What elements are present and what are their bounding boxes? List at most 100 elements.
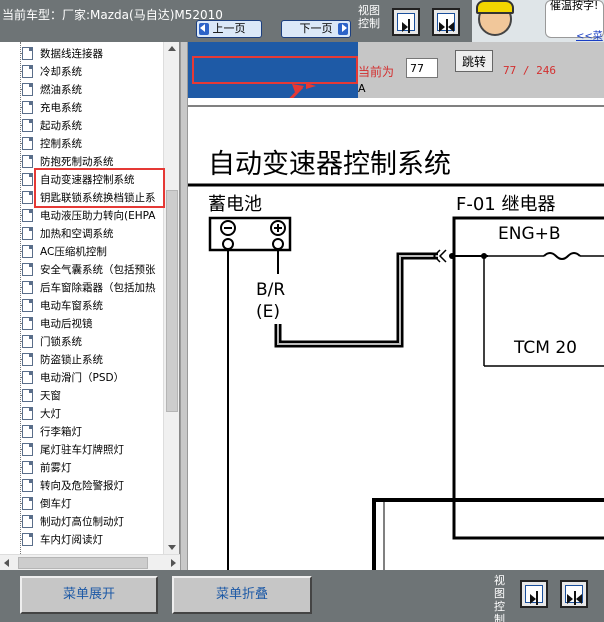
tree-horizontal-scrollbar[interactable] bbox=[0, 554, 180, 570]
tree-item[interactable]: 防盗锁止系统 bbox=[14, 350, 165, 368]
tree-item[interactable]: 尾灯驻车灯牌照灯 bbox=[14, 440, 165, 458]
document-icon bbox=[22, 191, 33, 204]
scroll-left-icon[interactable] bbox=[4, 559, 9, 567]
prev-page-button[interactable]: 上一页 bbox=[196, 20, 262, 38]
mascot-link[interactable]: <<菜 bbox=[576, 27, 603, 42]
document-icon bbox=[22, 425, 33, 438]
document-icon bbox=[22, 533, 33, 546]
document-icon bbox=[22, 497, 33, 510]
stray-text: A bbox=[358, 82, 366, 95]
document-icon bbox=[22, 137, 33, 150]
view-right-button-bottom[interactable] bbox=[520, 580, 548, 608]
tree-item[interactable]: 电动车窗系统 bbox=[14, 296, 165, 314]
tree-item[interactable]: 前雾灯 bbox=[14, 458, 165, 476]
wire-code-label: (E) bbox=[256, 302, 281, 322]
tree-item-label: 转向及危险警报灯 bbox=[40, 480, 124, 492]
current-page-label: 当前为 bbox=[358, 65, 395, 79]
document-icon bbox=[22, 155, 33, 168]
document-icon bbox=[22, 65, 33, 78]
tree-item-label: 安全气囊系统（包括预张 bbox=[40, 264, 156, 276]
document-icon bbox=[22, 461, 33, 474]
tree-item-label: 行李箱灯 bbox=[40, 426, 82, 438]
document-icon bbox=[22, 47, 33, 60]
view-control-label: 视图控制 bbox=[358, 4, 380, 30]
menu-collapse-button[interactable]: 菜单折叠 bbox=[172, 576, 312, 614]
document-icon bbox=[22, 299, 33, 312]
eng-fuse-label: ENG+B bbox=[498, 224, 561, 244]
document-icon bbox=[22, 443, 33, 456]
tree-item[interactable]: 门锁系统 bbox=[14, 332, 165, 350]
tree-item[interactable]: 充电系统 bbox=[14, 98, 165, 116]
view-split-button[interactable] bbox=[432, 8, 460, 36]
tree-item-label: 门锁系统 bbox=[40, 336, 82, 348]
view-split-icon bbox=[437, 13, 455, 33]
tree-vertical-scrollbar[interactable] bbox=[163, 42, 179, 554]
tree-item[interactable]: 倒车灯 bbox=[14, 494, 165, 512]
mascot-hat-icon bbox=[476, 0, 514, 14]
tree-item[interactable]: 行李箱灯 bbox=[14, 422, 165, 440]
tree-item[interactable]: 加热和空调系统 bbox=[14, 224, 165, 242]
view-right-icon bbox=[397, 13, 415, 33]
view-split-icon bbox=[565, 585, 583, 605]
tree-item[interactable]: 大灯 bbox=[14, 404, 165, 422]
diagram-title: 自动变速器控制系统 bbox=[208, 149, 451, 180]
tree-item-label: 数据线连接器 bbox=[40, 48, 103, 60]
document-icon bbox=[22, 173, 33, 186]
tree-item[interactable]: 后车窗除霜器（包括加热 bbox=[14, 278, 165, 296]
tree-item[interactable]: 控制系统 bbox=[14, 134, 165, 152]
tree-item[interactable]: 电动后视镜 bbox=[14, 314, 165, 332]
tree-item[interactable]: 制动灯高位制动灯 bbox=[14, 512, 165, 530]
tree-item-label: 尾灯驻车灯牌照灯 bbox=[40, 444, 124, 456]
mascot-speech-bubble: 催温按字! <<菜 bbox=[545, 0, 604, 42]
tree-item-label: 控制系统 bbox=[40, 138, 82, 150]
tree-item-label: 燃油系统 bbox=[40, 84, 82, 96]
scroll-up-icon[interactable] bbox=[168, 46, 176, 51]
tree-item-label: 大灯 bbox=[40, 408, 61, 420]
document-icon bbox=[22, 389, 33, 402]
tree-item-label: 防抱死制动系统 bbox=[40, 156, 114, 168]
tree-item-label: 起动系统 bbox=[40, 120, 82, 132]
document-icon bbox=[22, 119, 33, 132]
tree-item[interactable]: 电动液压助力转向(EHPA bbox=[14, 206, 165, 224]
scroll-right-icon[interactable] bbox=[171, 559, 176, 567]
document-icon bbox=[22, 83, 33, 96]
tree-item-label: 前雾灯 bbox=[40, 462, 72, 474]
wiring-diagram-page: 自动变速器控制系统 蓄电池 F-01 继电器 ENG+B B/R (E) TCM… bbox=[188, 98, 604, 570]
jump-button[interactable]: 跳转 bbox=[455, 50, 493, 72]
scroll-down-icon[interactable] bbox=[168, 545, 176, 550]
tree-item[interactable]: 转向及危险警报灯 bbox=[14, 476, 165, 494]
document-icon bbox=[22, 227, 33, 240]
tree-item-label: 防盗锁止系统 bbox=[40, 354, 103, 366]
document-icon bbox=[22, 101, 33, 114]
panel-splitter[interactable] bbox=[180, 42, 188, 570]
next-page-button[interactable]: 下一页 bbox=[281, 20, 351, 38]
document-icon bbox=[22, 479, 33, 492]
menu-expand-button[interactable]: 菜单展开 bbox=[20, 576, 158, 614]
document-icon bbox=[22, 407, 33, 420]
tree-item[interactable]: 车内灯阅读灯 bbox=[14, 530, 165, 548]
page-number-input[interactable] bbox=[406, 58, 438, 78]
tree-item-label: 电动后视镜 bbox=[40, 318, 93, 330]
sidebar-tree-panel: 数据线连接器 冷却系统 燃油系统 充电系统 起动系统 控制系统 防抱死制动系统 自动变速器控制… bbox=[0, 42, 180, 570]
tree-item[interactable]: 燃油系统 bbox=[14, 80, 165, 98]
view-right-button[interactable] bbox=[392, 8, 420, 36]
scroll-thumb-horizontal[interactable] bbox=[18, 557, 148, 569]
tree-item-label: 冷却系统 bbox=[40, 66, 82, 78]
tree-item[interactable]: 天窗 bbox=[14, 386, 165, 404]
view-split-button-bottom[interactable] bbox=[560, 580, 588, 608]
tree-item[interactable]: 起动系统 bbox=[14, 116, 165, 134]
tree-item[interactable]: 电动滑门（PSD） bbox=[14, 368, 165, 386]
battery-label: 蓄电池 bbox=[208, 194, 262, 215]
mascot-bubble-text: 催温按字! bbox=[550, 0, 599, 12]
tree-item-label: 制动灯高位制动灯 bbox=[40, 516, 124, 528]
system-tree: 数据线连接器 冷却系统 燃油系统 充电系统 起动系统 控制系统 防抱死制动系统 自动变速器控制… bbox=[0, 42, 165, 554]
tree-item-label: 加热和空调系统 bbox=[40, 228, 114, 240]
tree-item[interactable]: AC压缩机控制 bbox=[14, 242, 165, 260]
tree-item[interactable]: 安全气囊系统（包括预张 bbox=[14, 260, 165, 278]
tree-item-label: AC压缩机控制 bbox=[40, 246, 107, 258]
tcm-label: TCM 20 bbox=[514, 338, 577, 358]
tree-item[interactable]: 冷却系统 bbox=[14, 62, 165, 80]
scroll-thumb[interactable] bbox=[166, 190, 178, 412]
tree-item[interactable]: 数据线连接器 bbox=[14, 44, 165, 62]
app-window: 当前车型：厂家:Mazda(马自达)M52010 视图控制 催温按字! <<菜 bbox=[0, 0, 604, 622]
